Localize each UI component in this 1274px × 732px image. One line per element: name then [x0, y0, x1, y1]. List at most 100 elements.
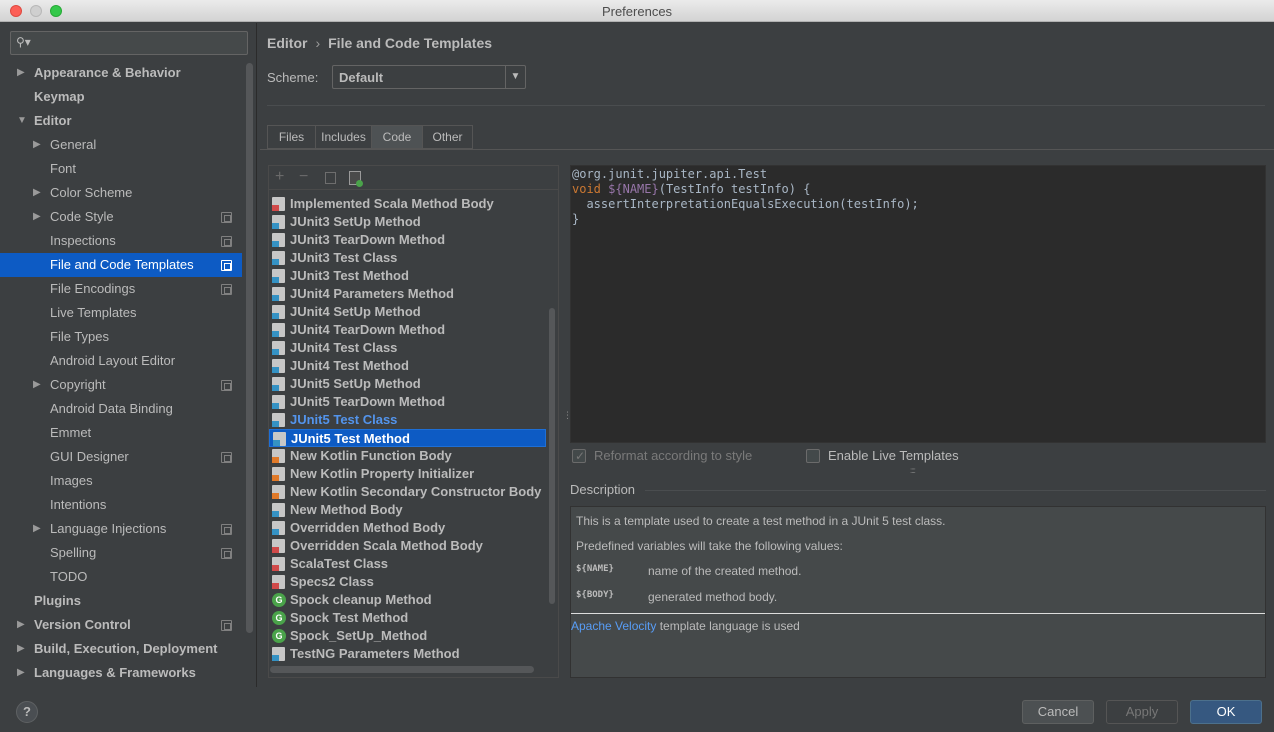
sidebar-item-label: Emmet	[50, 425, 92, 440]
help-button[interactable]: ?	[16, 701, 38, 723]
enable-live-templates-checkbox[interactable]: Enable Live Templates	[806, 448, 976, 466]
sidebar-item[interactable]: Plugins	[0, 589, 242, 613]
apache-velocity-link[interactable]: Apache Velocity	[571, 619, 656, 633]
ok-button[interactable]: OK	[1190, 700, 1262, 724]
template-list-item[interactable]: JUnit3 TearDown Method	[269, 231, 546, 249]
tab-includes[interactable]: Includes	[315, 125, 372, 149]
sidebar-item[interactable]: Android Layout Editor	[0, 349, 242, 373]
collapse-arrow-icon[interactable]: ▶	[17, 637, 25, 661]
template-list-item[interactable]: JUnit4 Test Method	[269, 357, 546, 375]
tab-code[interactable]: Code	[371, 125, 423, 149]
sidebar-item[interactable]: ▼ Editor	[0, 109, 242, 133]
sidebar-item[interactable]: File Encodings	[0, 277, 242, 301]
sidebar-item[interactable]: Keymap	[0, 85, 242, 109]
sidebar-item[interactable]: ▶ Color Scheme	[0, 181, 242, 205]
template-list-item[interactable]: TestNG Parameters Method	[269, 645, 546, 663]
template-list-item[interactable]: JUnit4 Test Class	[269, 339, 546, 357]
template-list-item[interactable]: ScalaTest Class	[269, 555, 546, 573]
template-list-item[interactable]: JUnit5 TearDown Method	[269, 393, 546, 411]
file-file-icon	[272, 377, 285, 391]
reset-to-default-icon[interactable]	[349, 171, 363, 187]
collapse-arrow-icon[interactable]: ▶	[17, 61, 25, 85]
sidebar-item[interactable]: File Types	[0, 325, 242, 349]
template-list-vertical-scrollbar[interactable]	[549, 308, 555, 604]
template-list-item[interactable]: JUnit5 SetUp Method	[269, 375, 546, 393]
tab-files[interactable]: Files	[267, 125, 316, 149]
sidebar-item[interactable]: Font	[0, 157, 242, 181]
variable-description: generated method body.	[648, 590, 778, 604]
sidebar-item[interactable]: Spelling	[0, 541, 242, 565]
copy-template-icon[interactable]	[325, 172, 336, 184]
template-list-item[interactable]: JUnit3 Test Method	[269, 267, 546, 285]
sidebar-item[interactable]: TODO	[0, 565, 242, 589]
sidebar-item[interactable]: ▶ Code Style	[0, 205, 242, 229]
template-label: JUnit4 Test Class	[290, 340, 398, 355]
template-list-item[interactable]: Specs2 Class	[269, 573, 546, 591]
sidebar-item[interactable]: ▶ Build, Execution, Deployment	[0, 637, 242, 661]
collapse-arrow-icon[interactable]: ▶	[17, 613, 25, 637]
sidebar-item[interactable]: Android Data Binding	[0, 397, 242, 421]
apply-button[interactable]: Apply	[1106, 700, 1178, 724]
code-line: assertInterpretationEqualsExecution(test…	[572, 197, 919, 211]
expand-arrow-icon[interactable]: ▼	[17, 109, 27, 133]
resize-grip-icon[interactable]: ::::	[910, 466, 916, 475]
template-list-item[interactable]: G Spock cleanup Method	[269, 591, 546, 609]
template-list-item[interactable]: New Kotlin Property Initializer	[269, 465, 546, 483]
template-list-item[interactable]: JUnit4 Parameters Method	[269, 285, 546, 303]
sidebar-item[interactable]: ▶ Appearance & Behavior	[0, 61, 242, 85]
sidebar-item[interactable]: ▶ Version Control	[0, 613, 242, 637]
project-scope-icon	[221, 452, 232, 463]
cancel-button[interactable]: Cancel	[1022, 700, 1094, 724]
template-list-item[interactable]: Implemented Scala Method Body	[269, 195, 546, 213]
sidebar-item[interactable]: Images	[0, 469, 242, 493]
scala-file-icon	[272, 539, 285, 553]
sidebar-item[interactable]: ▶ Languages & Frameworks	[0, 661, 242, 685]
breadcrumb-editor[interactable]: Editor	[267, 35, 307, 51]
sidebar-item[interactable]: ▶ Language Injections	[0, 517, 242, 541]
template-list-item[interactable]: JUnit4 TearDown Method	[269, 321, 546, 339]
sidebar-item[interactable]: ▶ General	[0, 133, 242, 157]
reformat-checkbox[interactable]: ✓ Reformat according to style	[572, 448, 772, 466]
collapse-arrow-icon[interactable]: ▶	[17, 661, 25, 685]
sidebar-item[interactable]: File and Code Templates	[0, 253, 242, 277]
collapse-arrow-icon[interactable]: ▶	[33, 133, 41, 157]
template-list-item[interactable]: JUnit3 Test Class	[269, 249, 546, 267]
tab-other[interactable]: Other	[422, 125, 473, 149]
template-list-item[interactable]: JUnit5 Test Method	[269, 429, 546, 447]
sidebar-item[interactable]: ▶ Copyright	[0, 373, 242, 397]
template-list-item[interactable]: G Spock_SetUp_Method	[269, 627, 546, 645]
template-list-item[interactable]: Overridden Scala Method Body	[269, 537, 546, 555]
breadcrumb-separator: ›	[315, 35, 321, 51]
template-list-horizontal-scrollbar[interactable]	[270, 666, 534, 673]
code-keyword: void	[572, 182, 601, 196]
sidebar-item[interactable]: Emmet	[0, 421, 242, 445]
sidebar-item-label: TODO	[50, 569, 88, 584]
settings-search-input[interactable]: ⚲▾	[10, 31, 248, 55]
file-file-icon	[272, 413, 285, 427]
collapse-arrow-icon[interactable]: ▶	[33, 205, 41, 229]
template-list-item[interactable]: New Kotlin Function Body	[269, 447, 546, 465]
divider	[571, 613, 1265, 614]
sidebar-item[interactable]: Inspections	[0, 229, 242, 253]
template-list-item[interactable]: New Method Body	[269, 501, 546, 519]
template-label: Overridden Method Body	[290, 520, 446, 535]
sidebar-scrollbar[interactable]	[246, 63, 253, 633]
scheme-dropdown[interactable]: Default ▼	[332, 65, 526, 89]
template-list-item[interactable]: G Spock Test Method	[269, 609, 546, 627]
sidebar-item[interactable]: GUI Designer	[0, 445, 242, 469]
template-code-editor[interactable]: @org.junit.jupiter.api.Test void ${NAME}…	[570, 165, 1266, 443]
collapse-arrow-icon[interactable]: ▶	[33, 517, 41, 541]
sidebar-item-label: Live Templates	[50, 305, 137, 320]
collapse-arrow-icon[interactable]: ▶	[33, 373, 41, 397]
add-template-button[interactable]: +	[275, 169, 284, 185]
template-label: ScalaTest Class	[290, 556, 389, 571]
template-list-item[interactable]: New Kotlin Secondary Constructor Body	[269, 483, 546, 501]
template-list-item[interactable]: JUnit3 SetUp Method	[269, 213, 546, 231]
sidebar-item[interactable]: Intentions	[0, 493, 242, 517]
template-list-item[interactable]: JUnit4 SetUp Method	[269, 303, 546, 321]
template-list-item[interactable]: JUnit5 Test Class	[269, 411, 546, 429]
template-list-item[interactable]: Overridden Method Body	[269, 519, 546, 537]
collapse-arrow-icon[interactable]: ▶	[33, 181, 41, 205]
remove-template-button[interactable]: −	[299, 169, 308, 185]
sidebar-item[interactable]: Live Templates	[0, 301, 242, 325]
